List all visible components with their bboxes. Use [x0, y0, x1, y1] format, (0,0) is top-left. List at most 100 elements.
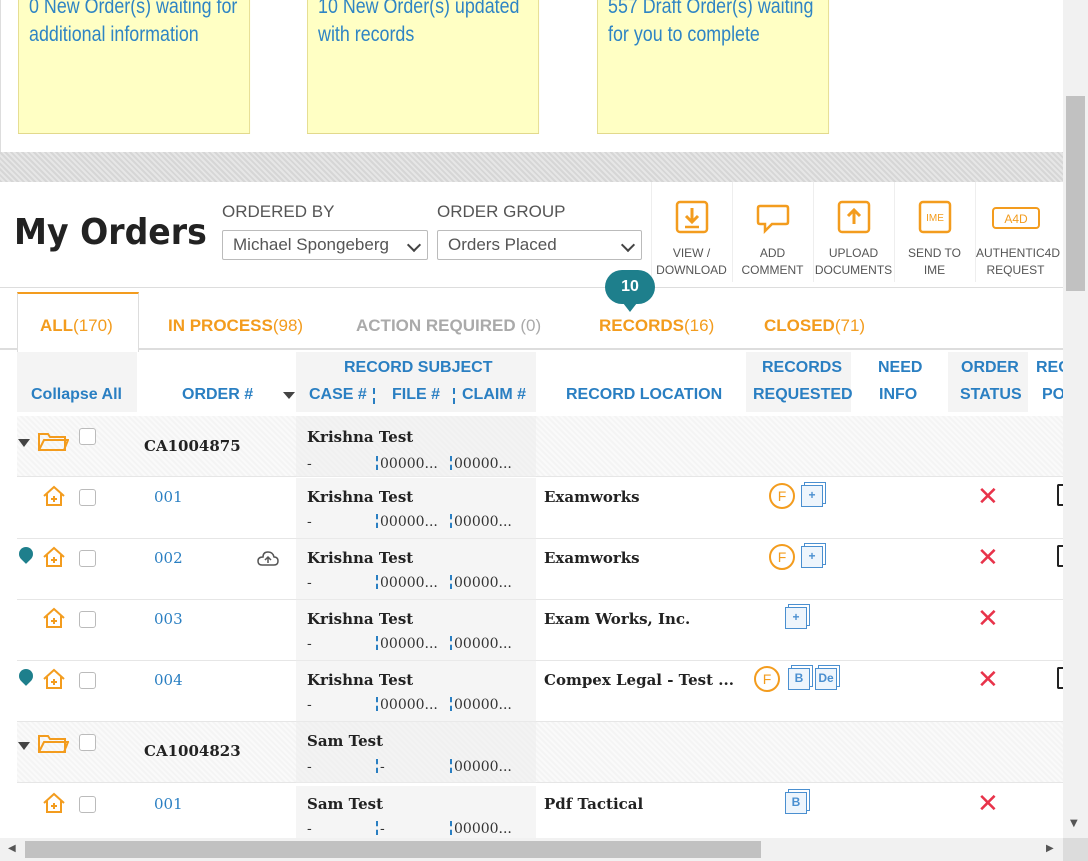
file-value: 00000... — [380, 575, 438, 591]
add-comment-button[interactable]: ADD COMMENT — [732, 182, 812, 282]
caret-down-icon[interactable] — [18, 742, 30, 750]
record-location-header[interactable]: RECORD LOCATION — [566, 386, 722, 404]
column-divider — [450, 697, 452, 711]
records-requested-header-2: REQUESTED — [753, 386, 853, 403]
claim-number: 00000... — [450, 456, 512, 472]
row-checkbox[interactable] — [79, 489, 96, 506]
ordered-by-label: ORDERED BY — [222, 202, 335, 221]
column-divider — [450, 575, 452, 589]
ordered-by-value: Michael Spongeberg — [233, 235, 389, 254]
row-checkbox[interactable] — [79, 734, 96, 751]
add-record-icon[interactable]: + — [801, 485, 823, 507]
records-requested-header: RECORDS — [762, 359, 843, 376]
vertical-scrollbar-thumb[interactable] — [1066, 96, 1085, 291]
table-row-group[interactable]: CA1004823 Sam Test - - 00000... — [17, 722, 1063, 783]
record-subject: Sam Test — [307, 732, 384, 750]
note-records-updated[interactable]: 10 New Order(s) updated with records — [307, 0, 540, 134]
column-divider — [373, 388, 375, 404]
note-info-waiting[interactable]: 0 New Order(s) waiting for additional in… — [18, 0, 251, 134]
case-order-number[interactable]: CA1004823 — [144, 742, 241, 760]
table-row[interactable]: 001 Sam Test - - 00000... Pdf Tactical B… — [17, 786, 1063, 838]
collapse-all-button[interactable]: Collapse All — [31, 386, 122, 404]
file-number: 00000... — [376, 636, 438, 652]
row-checkbox[interactable] — [79, 611, 96, 628]
order-number-link[interactable]: 003 — [154, 610, 183, 628]
scroll-right-arrow-icon[interactable]: ▶ — [1046, 843, 1054, 854]
add-record-icon[interactable]: + — [785, 607, 807, 629]
order-number-link[interactable]: 004 — [154, 671, 183, 689]
svg-text:A4D: A4D — [1004, 212, 1028, 226]
f-record-icon[interactable]: F — [769, 544, 795, 570]
close-x-icon: ✕ — [977, 665, 999, 695]
cloud-upload-icon[interactable] — [257, 551, 279, 567]
record-subject: Krishna Test — [307, 610, 414, 628]
file-number: - — [376, 759, 385, 775]
record-subject: Krishna Test — [307, 671, 414, 689]
file-number: - — [376, 821, 385, 837]
de-record-icon[interactable]: De — [815, 668, 837, 690]
file-value: 00000... — [380, 514, 438, 530]
add-record-icon[interactable]: + — [801, 546, 823, 568]
record-subject: Krishna Test — [307, 488, 414, 506]
upload-documents-button[interactable]: UPLOAD DOCUMENTS — [813, 182, 893, 282]
b-record-icon[interactable]: B — [785, 792, 807, 814]
tab-records[interactable]: RECORDS(16) — [599, 316, 714, 336]
caret-down-icon[interactable] — [18, 439, 30, 447]
tab-all[interactable]: ALL(170) — [40, 316, 113, 336]
row-checkbox[interactable] — [79, 796, 96, 813]
authentic4d-request-button[interactable]: A4D AUTHENTIC4D REQUEST — [975, 182, 1060, 282]
row-checkbox[interactable] — [79, 672, 96, 689]
horizontal-scrollbar-thumb[interactable] — [25, 841, 761, 858]
table-row[interactable]: 002 Krishna Test - 00000... 00000... Exa… — [17, 539, 1063, 600]
order-group-select[interactable]: Orders Placed — [437, 230, 642, 260]
download-icon — [675, 200, 709, 234]
tab-closed[interactable]: CLOSED(71) — [764, 316, 865, 336]
sort-desc-icon[interactable] — [283, 392, 295, 399]
scroll-left-arrow-icon[interactable]: ◀ — [8, 843, 16, 854]
record-subject: Sam Test — [307, 795, 384, 813]
note-line: 557 Draft Order(s) waiting — [608, 0, 814, 18]
file-number: 00000... — [376, 456, 438, 472]
b-record-icon[interactable]: B — [788, 668, 810, 690]
tab-action-required[interactable]: ACTION REQUIRED (0) — [356, 316, 541, 336]
case-number: - — [307, 759, 312, 775]
row-checkbox[interactable] — [79, 550, 96, 567]
order-number-header[interactable]: ORDER # — [182, 386, 253, 404]
note-line: with records — [318, 23, 415, 46]
order-status-header: ORDER — [961, 359, 1019, 376]
ordered-by-select[interactable]: Michael Spongeberg — [222, 230, 428, 260]
send-to-ime-button[interactable]: IME SEND TO IME — [894, 182, 974, 282]
close-x-icon: ✕ — [977, 482, 999, 512]
f-record-icon[interactable]: F — [754, 666, 780, 692]
folder-open-icon — [38, 735, 69, 753]
claim-value: 00000... — [454, 697, 512, 713]
status-tabs: ALL(170) IN PROCESS(98) ACTION REQUIRED … — [0, 288, 1063, 352]
table-row[interactable]: 001 Krishna Test - 00000... 00000... Exa… — [17, 478, 1063, 539]
case-order-number[interactable]: CA1004875 — [144, 437, 241, 455]
record-location: Exam Works, Inc. — [544, 610, 691, 628]
order-number-link[interactable]: 001 — [154, 795, 183, 813]
chevron-down-icon — [406, 237, 422, 253]
record-subject-header: RECORD SUBJECT — [344, 359, 493, 376]
table-row-group[interactable]: CA1004875 Krishna Test - 00000... 00000.… — [17, 416, 1063, 477]
row-checkbox[interactable] — [79, 428, 96, 445]
column-divider — [376, 636, 378, 650]
order-number-link[interactable]: 002 — [154, 549, 183, 567]
scroll-down-arrow-icon[interactable]: ▼ — [1070, 818, 1078, 829]
tab-in-process[interactable]: IN PROCESS(98) — [168, 316, 303, 336]
claim-number: 00000... — [450, 575, 512, 591]
tab-count: (170) — [73, 316, 113, 335]
table-row[interactable]: 003 Krishna Test - 00000... 00000... Exa… — [17, 600, 1063, 661]
need-info-header: NEED — [878, 359, 923, 376]
column-divider — [450, 759, 452, 773]
f-record-icon[interactable]: F — [769, 483, 795, 509]
rec-po-header-2: PO — [1042, 386, 1066, 403]
order-number-link[interactable]: 001 — [154, 488, 183, 506]
file-number-header[interactable]: FILE # — [392, 386, 440, 404]
note-line: for you to complete — [608, 23, 760, 46]
table-row[interactable]: 004 Krishna Test - 00000... 00000... Com… — [17, 661, 1063, 722]
note-drafts-waiting[interactable]: 557 Draft Order(s) waiting for you to co… — [597, 0, 830, 134]
view-download-button[interactable]: VIEW / DOWNLOAD — [651, 182, 731, 282]
case-number-header[interactable]: CASE # — [309, 386, 367, 404]
claim-number-header[interactable]: CLAIM # — [462, 386, 526, 404]
